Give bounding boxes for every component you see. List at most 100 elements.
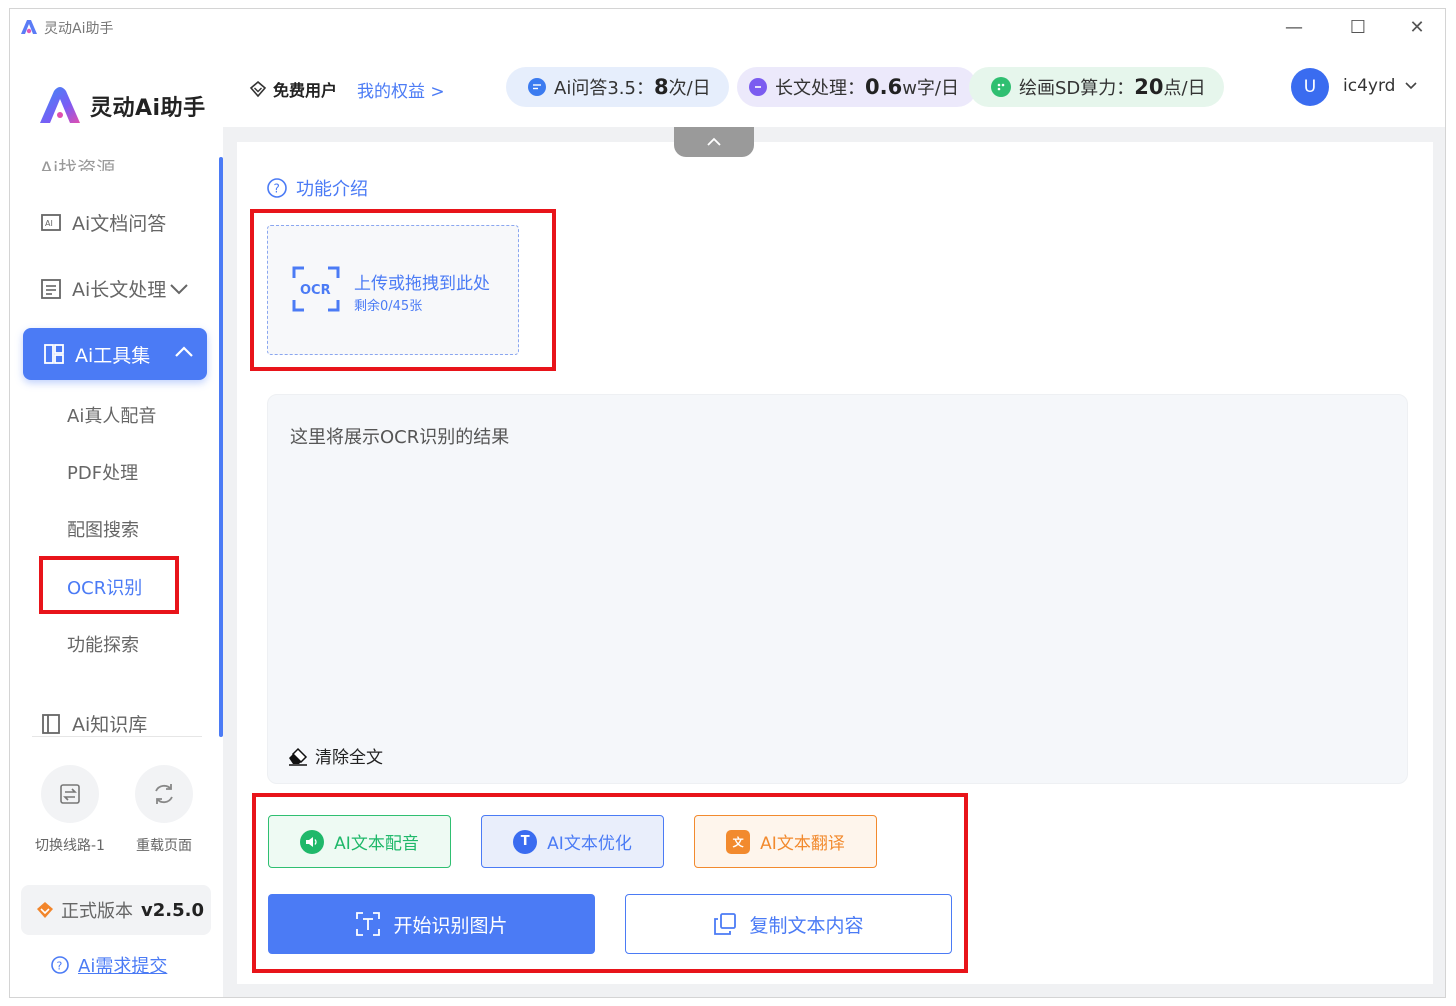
sidebar-group-ai-tools[interactable]: Ai工具集 xyxy=(23,328,207,380)
sidebar: 灵动Ai助手 Ai找资源 AI Ai文档问答 Ai长文处理 Ai工具集 Ai真人… xyxy=(10,47,223,997)
quota-unit: 次/日 xyxy=(668,78,711,99)
app-window: 灵动Ai助手 — ☐ ✕ 灵动Ai助手 Ai找资源 AI Ai文档问答 Ai长文… xyxy=(9,8,1446,998)
doc-qa-icon: AI xyxy=(41,213,61,231)
sidebar-item-label: Ai知识库 xyxy=(72,714,148,736)
diamond-outline-icon xyxy=(249,80,267,98)
quota-long-text: 长文处理： 0.6 w字/日 xyxy=(737,67,977,107)
ocr-scan-icon: OCR xyxy=(292,266,340,312)
feedback-link[interactable]: ? Ai需求提交 xyxy=(50,952,167,978)
diamond-icon xyxy=(37,902,53,918)
sidebar-item-label: Ai长文处理 xyxy=(72,279,167,301)
book-icon xyxy=(42,713,60,734)
svg-text:?: ? xyxy=(57,960,63,973)
user-type: 免费用户 xyxy=(249,77,337,101)
version-number: v2.5.0 xyxy=(141,899,204,921)
ai-translate-button[interactable]: 文 AI文本翻译 xyxy=(694,815,877,868)
feature-intro-label: 功能介绍 xyxy=(296,179,368,200)
switch-line-icon xyxy=(60,784,80,804)
text-t-icon: T xyxy=(513,829,538,854)
chevron-down-icon xyxy=(1405,82,1418,90)
eraser-icon xyxy=(289,747,308,766)
user-type-label: 免费用户 xyxy=(273,81,338,100)
sidebar-item-long-text[interactable]: Ai长文处理 xyxy=(40,275,200,302)
clear-all-label: 清除全文 xyxy=(315,748,383,768)
close-button[interactable]: ✕ xyxy=(1406,17,1428,39)
chevron-down-icon xyxy=(170,283,188,294)
ocr-result-area[interactable]: 这里将展示OCR识别的结果 清除全文 xyxy=(267,394,1408,784)
tool-label: 切换线路-1 xyxy=(35,838,105,854)
palette-icon xyxy=(991,77,1011,97)
ai-voice-label: AI文本配音 xyxy=(334,834,419,854)
svg-text:AI: AI xyxy=(45,219,53,228)
sidebar-sub-image-search[interactable]: 配图搜索 xyxy=(67,516,139,542)
username: ic4yrd xyxy=(1343,76,1396,96)
sidebar-item-label: Ai找资源 xyxy=(40,158,116,171)
my-rights-link[interactable]: 我的权益 > xyxy=(357,77,445,102)
help-circle-icon: ? xyxy=(51,956,69,974)
sidebar-item-find-resources[interactable]: Ai找资源 xyxy=(40,151,115,171)
copy-text-button[interactable]: 复制文本内容 xyxy=(625,894,952,954)
copy-icon xyxy=(714,913,737,935)
sidebar-sub-pdf[interactable]: PDF处理 xyxy=(67,459,138,485)
version-label: 正式版本 xyxy=(61,901,133,922)
sidebar-sub-ocr[interactable]: OCR识别 xyxy=(67,574,142,600)
sidebar-sub-explore[interactable]: 功能探索 xyxy=(67,631,139,657)
reload-icon xyxy=(155,784,173,804)
message-icon xyxy=(749,78,767,96)
ai-voice-button[interactable]: AI文本配音 xyxy=(268,815,451,868)
translate-icon: 文 xyxy=(726,829,751,854)
sidebar-sub-voice[interactable]: Ai真人配音 xyxy=(67,402,156,428)
sidebar-item-knowledge[interactable]: Ai知识库 xyxy=(40,710,147,737)
upload-remaining: 剩余0/45张 xyxy=(354,299,423,314)
sidebar-item-doc-qa[interactable]: AI Ai文档问答 xyxy=(40,209,166,236)
scan-text-icon xyxy=(356,912,381,936)
minimize-button[interactable]: — xyxy=(1283,17,1305,39)
upload-title: 上传或拖拽到此处 xyxy=(354,274,490,294)
window-title: 灵动Ai助手 xyxy=(44,21,114,37)
start-recognition-button[interactable]: 开始识别图片 xyxy=(268,894,595,954)
sidebar-group-label: Ai工具集 xyxy=(75,344,151,367)
feature-intro-link[interactable]: ? 功能介绍 xyxy=(266,175,368,201)
app-logo-icon xyxy=(20,19,38,39)
quota-value: 20 xyxy=(1134,75,1164,99)
quota-label: 绘画SD算力： xyxy=(1019,78,1135,99)
toolbox-icon xyxy=(44,344,64,364)
quota-label: 长文处理： xyxy=(775,78,865,99)
divider xyxy=(32,736,202,737)
ai-translate-label: AI文本翻译 xyxy=(760,834,845,854)
brand-name: 灵动Ai助手 xyxy=(90,96,206,121)
quota-painting: 绘画SD算力： 20 点/日 xyxy=(969,67,1224,107)
title-bar: 灵动Ai助手 — ☐ ✕ xyxy=(10,9,1445,47)
quota-value: 8 xyxy=(653,75,669,99)
user-menu[interactable]: ic4yrd xyxy=(1343,76,1418,96)
tool-label: 重载页面 xyxy=(136,838,192,854)
quota-chat: Ai问答3.5： 8 次/日 xyxy=(506,67,729,107)
svg-text:?: ? xyxy=(274,182,280,196)
result-placeholder: 这里将展示OCR识别的结果 xyxy=(290,427,510,448)
quota-label: Ai问答3.5： xyxy=(554,78,654,99)
brand: 灵动Ai助手 xyxy=(38,87,206,125)
chevron-up-icon xyxy=(707,137,721,146)
brand-logo-icon xyxy=(40,87,80,123)
reload-button[interactable]: 重载页面 xyxy=(135,765,193,855)
help-circle-icon: ? xyxy=(267,178,287,198)
switch-line-button[interactable]: 切换线路-1 xyxy=(35,765,105,855)
top-bar: 免费用户 我的权益 > Ai问答3.5： 8 次/日 长文处理： 0.6 w字/日 绘画… xyxy=(223,47,1445,127)
collapse-header-button[interactable] xyxy=(674,127,754,157)
sidebar-item-label: Ai文档问答 xyxy=(72,213,167,235)
long-text-icon xyxy=(41,278,61,299)
upload-dropzone[interactable]: OCR 上传或拖拽到此处 剩余0/45张 xyxy=(267,225,519,355)
clear-all-button[interactable]: 清除全文 xyxy=(287,743,383,768)
quota-unit: w字/日 xyxy=(902,78,959,99)
version-badge: 正式版本 v2.5.0 xyxy=(21,885,211,935)
quota-unit: 点/日 xyxy=(1163,78,1206,99)
ai-optimize-label: AI文本优化 xyxy=(547,834,632,854)
ai-optimize-button[interactable]: T AI文本优化 xyxy=(481,815,664,868)
chevron-up-icon xyxy=(175,346,193,357)
copy-text-label: 复制文本内容 xyxy=(749,914,864,937)
maximize-button[interactable]: ☐ xyxy=(1347,17,1369,39)
feedback-label: Ai需求提交 xyxy=(78,956,168,977)
ocr-icon-text: OCR xyxy=(300,283,331,298)
quota-value: 0.6 xyxy=(865,75,903,99)
avatar[interactable]: U xyxy=(1291,68,1329,106)
